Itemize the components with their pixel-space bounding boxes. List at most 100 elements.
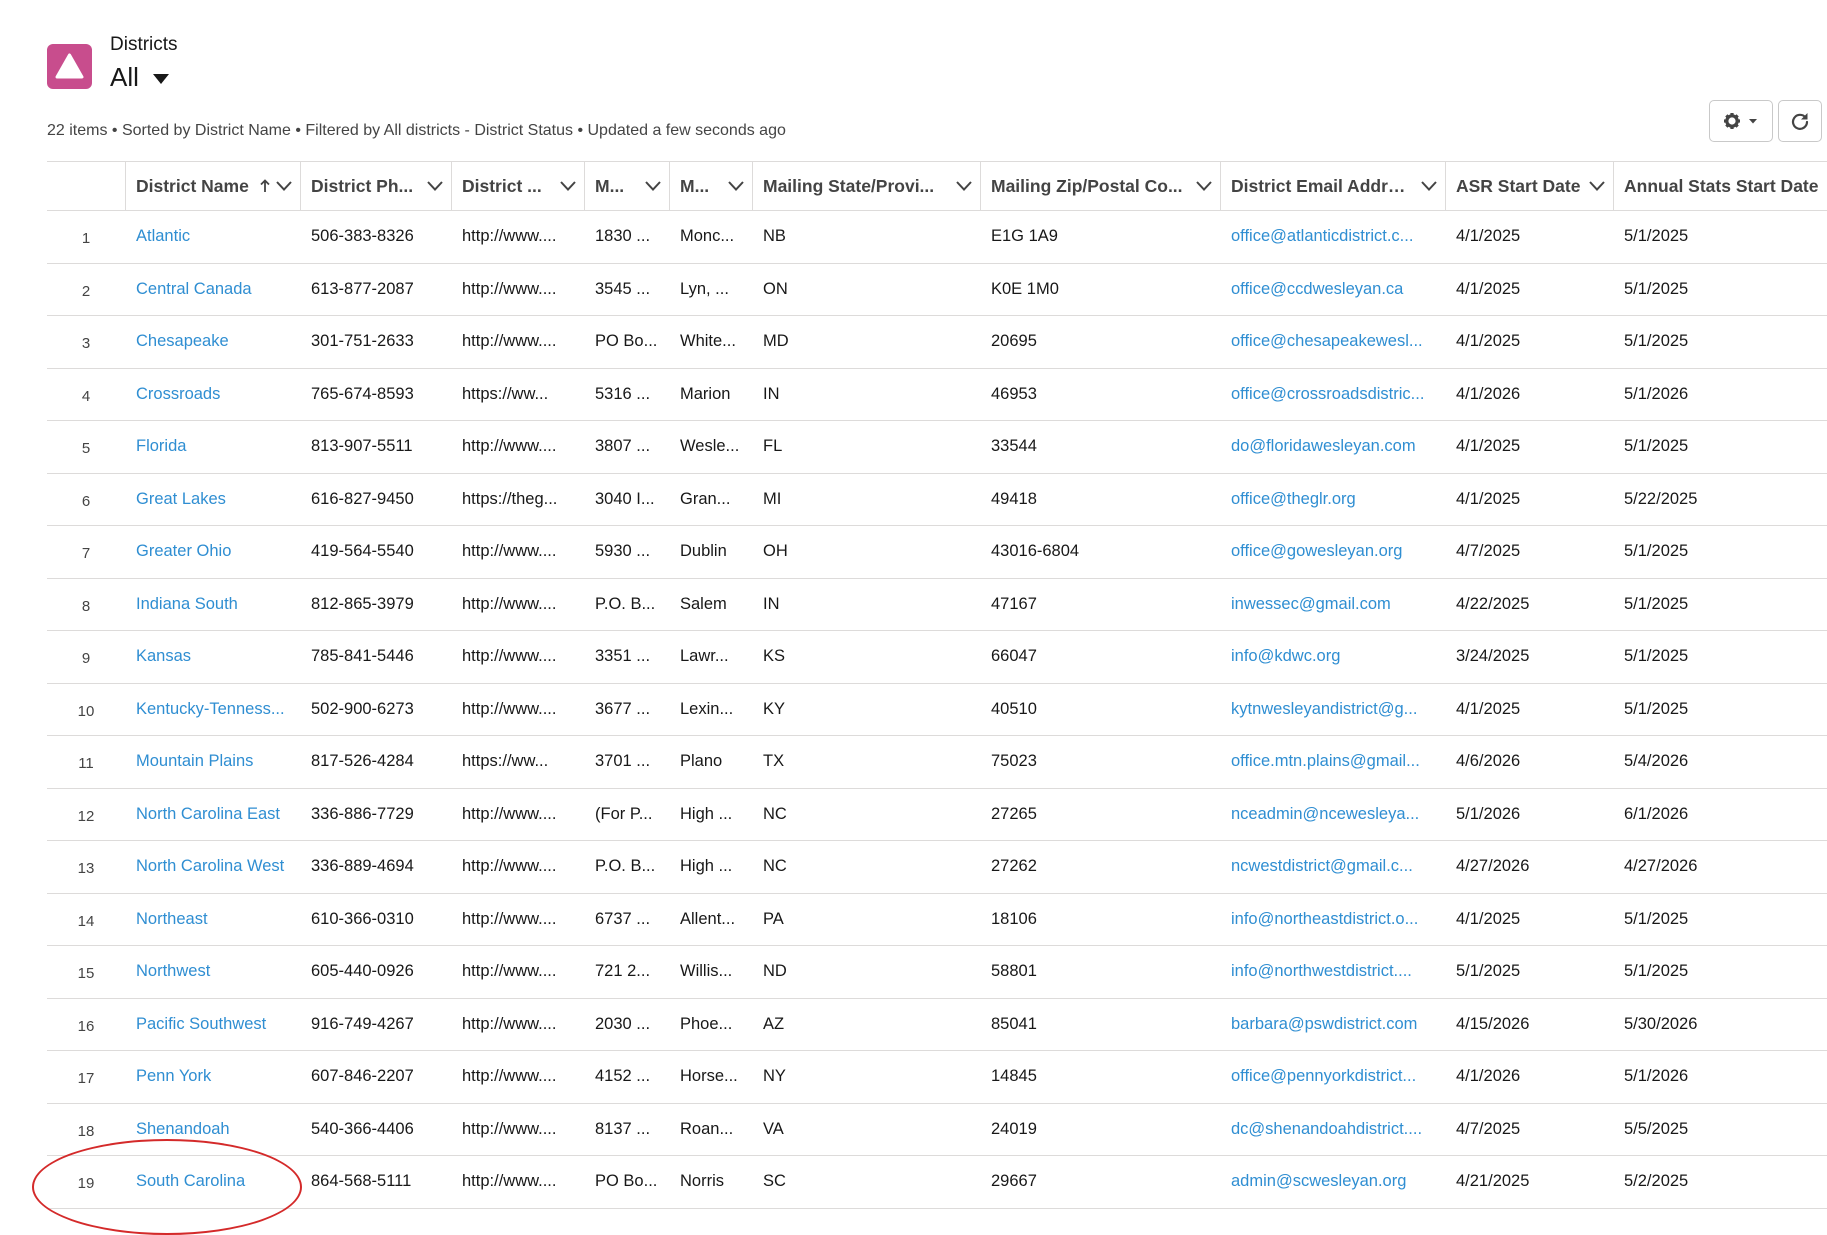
chevron-down-icon[interactable] <box>427 181 443 191</box>
asr-start-date: 4/7/2025 <box>1445 1103 1613 1156</box>
table-body: 1 Atlantic 506-383-8326 http://www.... 1830 … <box>47 210 1827 1209</box>
district-website: http://www.... <box>451 998 584 1051</box>
column-header-district-website[interactable]: District ... <box>451 161 584 211</box>
mailing-city: Horse... <box>669 1050 752 1104</box>
district-email-link[interactable]: info@northeastdistrict.o... <box>1220 893 1445 946</box>
district-name-link[interactable]: Greater Ohio <box>125 525 300 579</box>
district-name-link[interactable]: Northwest <box>125 945 300 999</box>
column-header-district-email[interactable]: District Email Address <box>1220 161 1445 211</box>
district-email-link[interactable]: kytnwesleyandistrict@g... <box>1220 683 1445 736</box>
row-number: 7 <box>47 525 125 579</box>
mailing-city: High ... <box>669 840 752 894</box>
district-email-link[interactable]: ncwestdistrict@gmail.c... <box>1220 840 1445 894</box>
district-name-link[interactable]: Florida <box>125 420 300 474</box>
district-phone: 607-846-2207 <box>300 1050 451 1104</box>
district-phone: 813-907-5511 <box>300 420 451 474</box>
annual-stats-start-date: 5/1/2025 <box>1613 945 1827 999</box>
mailing-state: NC <box>752 840 980 894</box>
district-website: http://www.... <box>451 788 584 841</box>
district-email-link[interactable]: barbara@pswdistrict.com <box>1220 998 1445 1051</box>
column-header-annual-stats-start-date[interactable]: Annual Stats Start Date <box>1613 161 1827 211</box>
column-header-district-name[interactable]: District Name <box>125 161 300 211</box>
chevron-down-icon[interactable] <box>645 181 661 191</box>
mailing-city: Wesle... <box>669 420 752 474</box>
chevron-down-icon[interactable] <box>1589 181 1605 191</box>
column-header-mailing-street[interactable]: M... <box>584 161 669 211</box>
mailing-street: 3701 ... <box>584 735 669 789</box>
district-website: http://www.... <box>451 683 584 736</box>
district-name-link[interactable]: Shenandoah <box>125 1103 300 1156</box>
chevron-down-icon[interactable] <box>728 181 744 191</box>
mailing-zip: 33544 <box>980 420 1220 474</box>
district-name-link[interactable]: Great Lakes <box>125 473 300 526</box>
district-email-link[interactable]: office@crossroadsdistric... <box>1220 368 1445 421</box>
district-website: http://www.... <box>451 263 584 316</box>
column-header-mailing-city[interactable]: M... <box>669 161 752 211</box>
district-name-link[interactable]: Kansas <box>125 630 300 684</box>
column-header-mailing-state[interactable]: Mailing State/Provi... <box>752 161 980 211</box>
district-name-link[interactable]: Northeast <box>125 893 300 946</box>
mailing-zip: 49418 <box>980 473 1220 526</box>
district-email-link[interactable]: office@atlanticdistrict.c... <box>1220 210 1445 264</box>
district-email-link[interactable]: office@pennyorkdistrict... <box>1220 1050 1445 1104</box>
mailing-city: Roan... <box>669 1103 752 1156</box>
district-email-link[interactable]: info@kdwc.org <box>1220 630 1445 684</box>
district-email-link[interactable]: inwessec@gmail.com <box>1220 578 1445 631</box>
annual-stats-start-date: 5/1/2025 <box>1613 893 1827 946</box>
chevron-down-icon[interactable] <box>1421 181 1437 191</box>
district-email-link[interactable]: info@northwestdistrict.... <box>1220 945 1445 999</box>
district-phone: 605-440-0926 <box>300 945 451 999</box>
district-email-link[interactable]: office@theglr.org <box>1220 473 1445 526</box>
mailing-street: 6737 ... <box>584 893 669 946</box>
district-email-link[interactable]: office@chesapeakewesl... <box>1220 315 1445 369</box>
row-number: 16 <box>47 998 125 1051</box>
row-number: 11 <box>47 735 125 789</box>
mailing-street: P.O. B... <box>584 578 669 631</box>
district-name-link[interactable]: Pacific Southwest <box>125 998 300 1051</box>
district-name-link[interactable]: North Carolina East <box>125 788 300 841</box>
column-header-asr-start-date[interactable]: ASR Start Date <box>1445 161 1613 211</box>
district-email-link[interactable]: nceadmin@ncewesleya... <box>1220 788 1445 841</box>
district-name-link[interactable]: Central Canada <box>125 263 300 316</box>
chevron-down-icon[interactable] <box>956 181 972 191</box>
list-view-controls-button[interactable] <box>1709 100 1773 142</box>
district-email-link[interactable]: office.mtn.plains@gmail... <box>1220 735 1445 789</box>
column-header-district-phone[interactable]: District Ph... <box>300 161 451 211</box>
asr-start-date: 4/27/2026 <box>1445 840 1613 894</box>
district-website: http://www.... <box>451 315 584 369</box>
district-name-link[interactable]: Mountain Plains <box>125 735 300 789</box>
district-name-link[interactable]: Penn York <box>125 1050 300 1104</box>
district-email-link[interactable]: office@gowesleyan.org <box>1220 525 1445 579</box>
table-row: 19 South Carolina 864-568-5111 http://www..… <box>47 1155 1827 1209</box>
chevron-down-icon[interactable] <box>276 181 292 191</box>
district-name-link[interactable]: Indiana South <box>125 578 300 631</box>
district-name-link[interactable]: South Carolina <box>125 1155 300 1209</box>
district-email-link[interactable]: admin@scwesleyan.org <box>1220 1155 1445 1209</box>
district-email-link[interactable]: office@ccdwesleyan.ca <box>1220 263 1445 316</box>
asr-start-date: 4/1/2025 <box>1445 210 1613 264</box>
mailing-state: SC <box>752 1155 980 1209</box>
mailing-city: Lexin... <box>669 683 752 736</box>
chevron-down-icon[interactable] <box>560 181 576 191</box>
table-row: 3 Chesapeake 301-751-2633 http://www.... PO … <box>47 315 1827 369</box>
district-name-link[interactable]: Chesapeake <box>125 315 300 369</box>
district-phone: 506-383-8326 <box>300 210 451 264</box>
refresh-button[interactable] <box>1778 100 1822 142</box>
asr-start-date: 4/1/2025 <box>1445 473 1613 526</box>
mailing-street: 5930 ... <box>584 525 669 579</box>
table-row: 13 North Carolina West 336-889-4694 http://… <box>47 840 1827 894</box>
asr-start-date: 4/22/2025 <box>1445 578 1613 631</box>
district-name-link[interactable]: Crossroads <box>125 368 300 421</box>
district-email-link[interactable]: do@floridawesleyan.com <box>1220 420 1445 474</box>
list-view-switcher[interactable]: All <box>110 62 169 93</box>
district-name-link[interactable]: North Carolina West <box>125 840 300 894</box>
row-number: 6 <box>47 473 125 526</box>
district-email-link[interactable]: dc@shenandoahdistrict.... <box>1220 1103 1445 1156</box>
district-name-link[interactable]: Atlantic <box>125 210 300 264</box>
mailing-city: Norris <box>669 1155 752 1209</box>
annual-stats-start-date: 5/1/2025 <box>1613 630 1827 684</box>
chevron-down-icon[interactable] <box>1196 181 1212 191</box>
district-name-link[interactable]: Kentucky-Tenness... <box>125 683 300 736</box>
column-header-mailing-zip[interactable]: Mailing Zip/Postal Co... <box>980 161 1220 211</box>
mailing-state: MD <box>752 315 980 369</box>
